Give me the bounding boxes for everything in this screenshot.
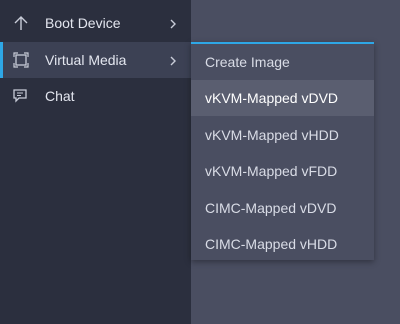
menu-item-label: vKVM-Mapped vDVD: [205, 90, 339, 106]
menu-item-vkvm-mapped-vfdd[interactable]: vKVM-Mapped vFDD: [191, 153, 374, 189]
sidebar-item-label: Chat: [45, 88, 75, 104]
chevron-right-icon: [168, 54, 178, 66]
virtual-media-submenu: Create Image vKVM-Mapped vDVD vKVM-Mappe…: [191, 42, 374, 260]
chat-icon: [12, 87, 30, 105]
menu-item-create-image[interactable]: Create Image: [191, 44, 374, 80]
menu-item-label: CIMC-Mapped vHDD: [205, 236, 338, 252]
sidebar-item-boot-device[interactable]: Boot Device: [0, 5, 191, 41]
menu-item-label: CIMC-Mapped vDVD: [205, 200, 337, 216]
menu-item-cimc-mapped-vhdd[interactable]: CIMC-Mapped vHDD: [191, 226, 374, 262]
sidebar-item-chat[interactable]: Chat: [0, 78, 191, 114]
menu-item-label: vKVM-Mapped vHDD: [205, 127, 339, 143]
sidebar-item-label: Boot Device: [45, 15, 121, 31]
virtual-media-icon: [12, 51, 30, 69]
chevron-right-icon: [168, 17, 178, 29]
menu-item-cimc-mapped-vdvd[interactable]: CIMC-Mapped vDVD: [191, 190, 374, 226]
sidebar: Boot Device Virtual Media Chat: [0, 0, 191, 324]
arrow-up-icon: [12, 14, 30, 32]
sidebar-item-virtual-media[interactable]: Virtual Media: [0, 42, 191, 78]
menu-item-vkvm-mapped-vhdd[interactable]: vKVM-Mapped vHDD: [191, 117, 374, 153]
menu-item-vkvm-mapped-vdvd[interactable]: vKVM-Mapped vDVD: [191, 80, 374, 116]
sidebar-item-label: Virtual Media: [45, 52, 127, 68]
menu-item-label: vKVM-Mapped vFDD: [205, 163, 338, 179]
menu-item-label: Create Image: [205, 54, 290, 70]
